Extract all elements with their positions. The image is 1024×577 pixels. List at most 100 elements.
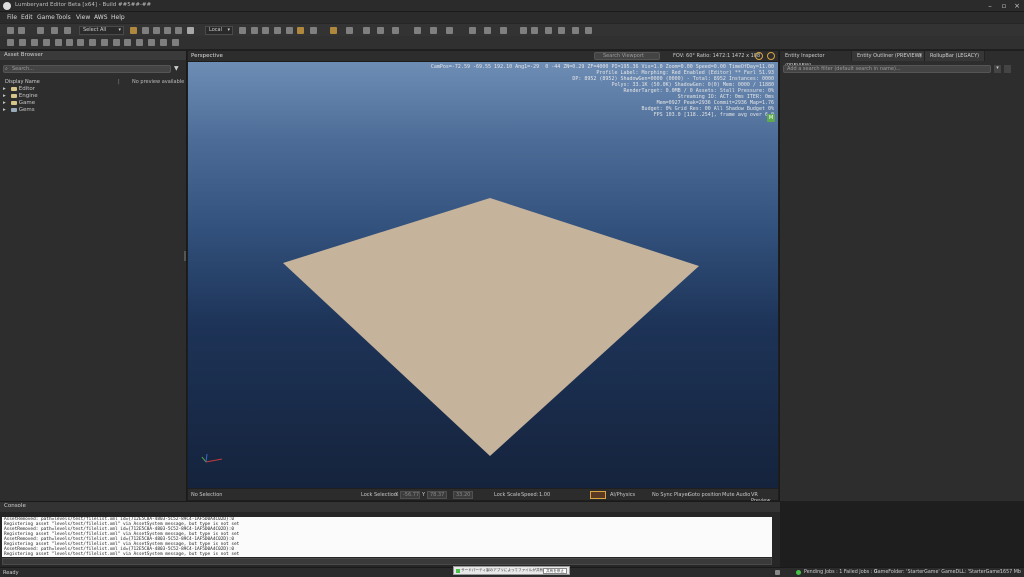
lock-scale-button[interactable]: Lock Scale <box>494 492 520 498</box>
folder-icon[interactable] <box>414 27 421 34</box>
axis-xy-icon[interactable] <box>274 27 281 34</box>
no-sync-player-button[interactable]: No Sync Player <box>652 492 690 498</box>
tree-item-gems[interactable]: ▸ Gems <box>3 107 163 114</box>
brush-icon[interactable] <box>31 39 38 46</box>
viewport-search-input[interactable]: Search Viewport <box>594 52 660 60</box>
minimize-icon[interactable]: – <box>984 1 996 11</box>
lod-icon[interactable] <box>7 39 14 46</box>
cloud-icon[interactable] <box>585 27 592 34</box>
y-position-field[interactable]: 78.37 <box>427 491 447 499</box>
expand-arrow-icon[interactable]: ▸ <box>3 93 6 99</box>
ui-editor-icon[interactable] <box>558 27 565 34</box>
terrain-snap-icon[interactable] <box>286 27 293 34</box>
audio-icon[interactable] <box>89 39 96 46</box>
camera-icon[interactable] <box>469 27 476 34</box>
panel-splitter[interactable] <box>184 251 186 261</box>
maximize-icon[interactable]: ▫ <box>998 1 1010 11</box>
lock-selection-button[interactable]: Lock Selection <box>361 492 397 498</box>
undo-icon[interactable] <box>7 27 14 34</box>
lua-editor-icon[interactable] <box>572 27 579 34</box>
pointer-icon[interactable] <box>392 27 399 34</box>
axis-y-icon[interactable] <box>251 27 258 34</box>
z-position-field[interactable]: 33.20 <box>453 491 473 499</box>
grid-size-icon[interactable] <box>363 27 370 34</box>
axis-x-icon[interactable] <box>239 27 246 34</box>
search-dropdown-icon[interactable]: ▾ <box>994 65 1001 73</box>
database-icon[interactable] <box>172 39 179 46</box>
entity-search-input[interactable]: Add a search filter (default search in n… <box>783 65 991 73</box>
layers-icon[interactable] <box>43 39 50 46</box>
flowgraph-icon[interactable] <box>136 39 143 46</box>
menu-view[interactable]: View <box>76 14 90 21</box>
settings-icon[interactable] <box>446 27 453 34</box>
vegetation-icon[interactable] <box>66 39 73 46</box>
goto-position-button[interactable]: Goto position <box>688 492 721 498</box>
particle-icon[interactable] <box>531 27 538 34</box>
ai-physics-button[interactable]: AI/Physics <box>610 492 635 498</box>
snap-to-object-icon[interactable] <box>297 27 304 34</box>
search-options-icon[interactable] <box>1004 65 1011 73</box>
menu-help[interactable]: Help <box>111 14 125 21</box>
ground-plane[interactable] <box>283 198 699 456</box>
close-icon[interactable]: × <box>1011 1 1023 11</box>
mute-audio-button[interactable]: Mute Audio <box>722 492 750 498</box>
angle-size-icon[interactable] <box>377 27 384 34</box>
expand-arrow-icon[interactable]: ▸ <box>3 100 6 106</box>
expand-arrow-icon[interactable]: ▸ <box>3 86 6 92</box>
link-icon[interactable] <box>37 27 44 34</box>
tab-entity-outliner[interactable]: Entity Outliner (PREVIEW) <box>852 51 925 61</box>
collision-toggle-icon[interactable] <box>590 491 606 499</box>
console-input[interactable] <box>2 558 772 565</box>
material-icon[interactable] <box>484 27 491 34</box>
tree-item-editor[interactable]: ▸ Editor <box>3 86 163 93</box>
move-tool-icon[interactable] <box>142 27 149 34</box>
mannequin-icon[interactable] <box>124 39 131 46</box>
main-toolbar: Select All Local <box>0 23 1024 36</box>
script-icon[interactable] <box>520 27 527 34</box>
menu-aws[interactable]: AWS <box>94 14 108 21</box>
save-icon[interactable] <box>430 27 437 34</box>
rotate-tool-icon[interactable] <box>153 27 160 34</box>
prefab-icon[interactable] <box>55 39 62 46</box>
sound-icon[interactable] <box>545 27 552 34</box>
axis-z-icon[interactable] <box>262 27 269 34</box>
menu-file[interactable]: File <box>7 14 17 21</box>
play-icon[interactable] <box>187 27 194 34</box>
grid-snap-icon[interactable] <box>310 27 317 34</box>
camera-speed-icon[interactable] <box>755 52 763 60</box>
asset-search-input[interactable]: Search... <box>3 65 171 73</box>
unlink-icon[interactable] <box>51 27 58 34</box>
character-icon[interactable] <box>101 39 108 46</box>
menu-tools[interactable]: Tools <box>56 14 71 21</box>
expand-arrow-icon[interactable]: ▸ <box>3 107 6 113</box>
selection-filter-dropdown[interactable]: Select All <box>79 26 124 35</box>
filter-icon[interactable]: ▼ <box>174 65 183 73</box>
sphere-icon[interactable] <box>19 39 26 46</box>
menu-edit[interactable]: Edit <box>21 14 33 21</box>
light-icon[interactable] <box>148 39 155 46</box>
tree-item-game[interactable]: ▸ Game <box>3 100 163 107</box>
menu-game[interactable]: Game <box>37 14 55 21</box>
perspective-viewport[interactable]: CamPos=-72.59 -69.55 192.10 Ang1=-29 0 -… <box>188 62 778 488</box>
tab-rollupbar[interactable]: RollupBar (LEGACY) <box>925 51 985 61</box>
viewport-settings-icon[interactable] <box>767 52 775 60</box>
angle-snap-icon[interactable] <box>330 27 337 34</box>
tree-item-engine[interactable]: ▸ Engine <box>3 93 163 100</box>
terrain-tool-icon[interactable] <box>175 27 182 34</box>
entity-icon[interactable] <box>77 39 84 46</box>
ruler-icon[interactable] <box>346 27 353 34</box>
redo-icon[interactable] <box>18 27 25 34</box>
scale-tool-icon[interactable] <box>164 27 171 34</box>
tab-entity-inspector[interactable]: Entity Inspector (PREVIEW) <box>780 51 852 69</box>
select-tool-icon[interactable] <box>130 27 137 34</box>
layer-icon[interactable] <box>64 27 71 34</box>
time-of-day-icon[interactable] <box>160 39 167 46</box>
coordinate-space-dropdown[interactable]: Local <box>205 26 233 35</box>
graph-icon[interactable] <box>500 27 507 34</box>
terrain-icon[interactable] <box>113 39 120 46</box>
x-position-field[interactable]: -56.77 <box>400 491 420 499</box>
stop-sharing-button[interactable]: 共有を停止 <box>543 568 567 574</box>
speed-value[interactable]: 1.00 <box>539 492 550 498</box>
close-tab-icon[interactable]: × <box>918 52 923 59</box>
mode-indicator-icon[interactable]: M <box>767 114 775 122</box>
